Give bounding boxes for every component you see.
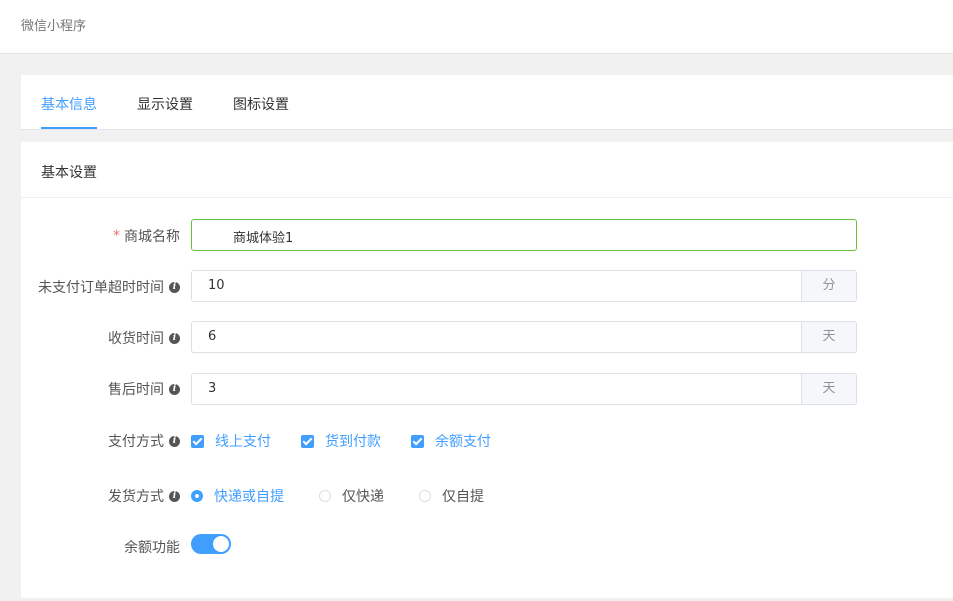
radio-label: 仅快递: [342, 489, 384, 505]
shop-name-label-text: 商城名称: [124, 229, 180, 245]
checkbox-label: 货到付款: [325, 434, 381, 450]
after-sale-time-label: 售后时间 i: [108, 379, 180, 399]
radio-label: 仅自提: [442, 489, 484, 505]
settings-card: 基本设置: [21, 142, 953, 598]
payment-label: 支付方式 i: [108, 431, 180, 451]
info-icon[interactable]: i: [169, 383, 180, 395]
radio-express-or-pickup[interactable]: 快递或自提: [191, 486, 284, 506]
shop-name-value: 商城体验1: [233, 231, 294, 246]
section-title: 基本设置: [41, 165, 97, 181]
checkbox-checked-icon: [191, 434, 204, 448]
receive-time-input[interactable]: 6 天: [191, 321, 857, 353]
after-sale-time-input[interactable]: 3 天: [191, 373, 857, 405]
toggle-knob: [213, 536, 229, 552]
radio-label: 快递或自提: [214, 489, 284, 505]
tabs-bar: 基本信息 显示设置 图标设置: [21, 75, 953, 130]
after-sale-time-label-text: 售后时间: [108, 382, 164, 398]
checkbox-cash-on-delivery[interactable]: 货到付款: [301, 431, 381, 451]
unpaid-timeout-input[interactable]: 10 分: [191, 270, 857, 302]
payment-label-text: 支付方式: [108, 434, 164, 450]
radio-express-only[interactable]: 仅快递: [319, 486, 384, 506]
info-icon[interactable]: i: [169, 332, 180, 344]
info-icon[interactable]: i: [169, 490, 180, 502]
unit-days: 天: [801, 322, 856, 352]
balance-label-text: 余额功能: [124, 540, 180, 556]
checkbox-balance-pay[interactable]: 余额支付: [411, 431, 491, 451]
unit-days: 天: [801, 374, 856, 404]
receive-time-value: 6: [208, 329, 217, 344]
after-sale-time-value: 3: [208, 381, 217, 396]
checkbox-label: 线上支付: [215, 434, 271, 450]
unpaid-timeout-value: 10: [208, 278, 225, 293]
checkbox-label: 余额支付: [435, 434, 491, 450]
shop-name-input[interactable]: 商城体验1: [191, 219, 857, 251]
info-icon[interactable]: i: [169, 281, 180, 293]
required-mark: *: [113, 228, 120, 244]
radio-pickup-only[interactable]: 仅自提: [419, 486, 484, 506]
app-title: 微信小程序: [21, 19, 87, 34]
shop-name-label: * 商城名称: [113, 226, 180, 246]
unpaid-timeout-label-text: 未支付订单超时时间: [38, 280, 164, 296]
card-header: 基本设置: [21, 142, 953, 198]
unit-minutes: 分: [801, 271, 856, 301]
radio-unselected-icon: [419, 490, 431, 502]
delivery-label-text: 发货方式: [108, 489, 164, 505]
receive-time-label: 收货时间 i: [108, 328, 180, 348]
tab-icon-settings[interactable]: 图标设置: [233, 94, 289, 129]
radio-selected-icon: [191, 490, 203, 502]
balance-label: 余额功能: [124, 537, 180, 557]
balance-toggle[interactable]: [191, 534, 231, 554]
tab-basic-info[interactable]: 基本信息: [41, 94, 97, 129]
tab-display-settings[interactable]: 显示设置: [137, 94, 193, 129]
checkbox-checked-icon: [411, 434, 424, 448]
top-bar: 微信小程序: [0, 0, 953, 54]
checkbox-online-pay[interactable]: 线上支付: [191, 431, 271, 451]
receive-time-label-text: 收货时间: [108, 331, 164, 347]
delivery-label: 发货方式 i: [108, 486, 180, 506]
checkbox-checked-icon: [301, 434, 314, 448]
unpaid-timeout-label: 未支付订单超时时间 i: [38, 277, 180, 297]
radio-unselected-icon: [319, 490, 331, 502]
info-icon[interactable]: i: [169, 435, 180, 447]
